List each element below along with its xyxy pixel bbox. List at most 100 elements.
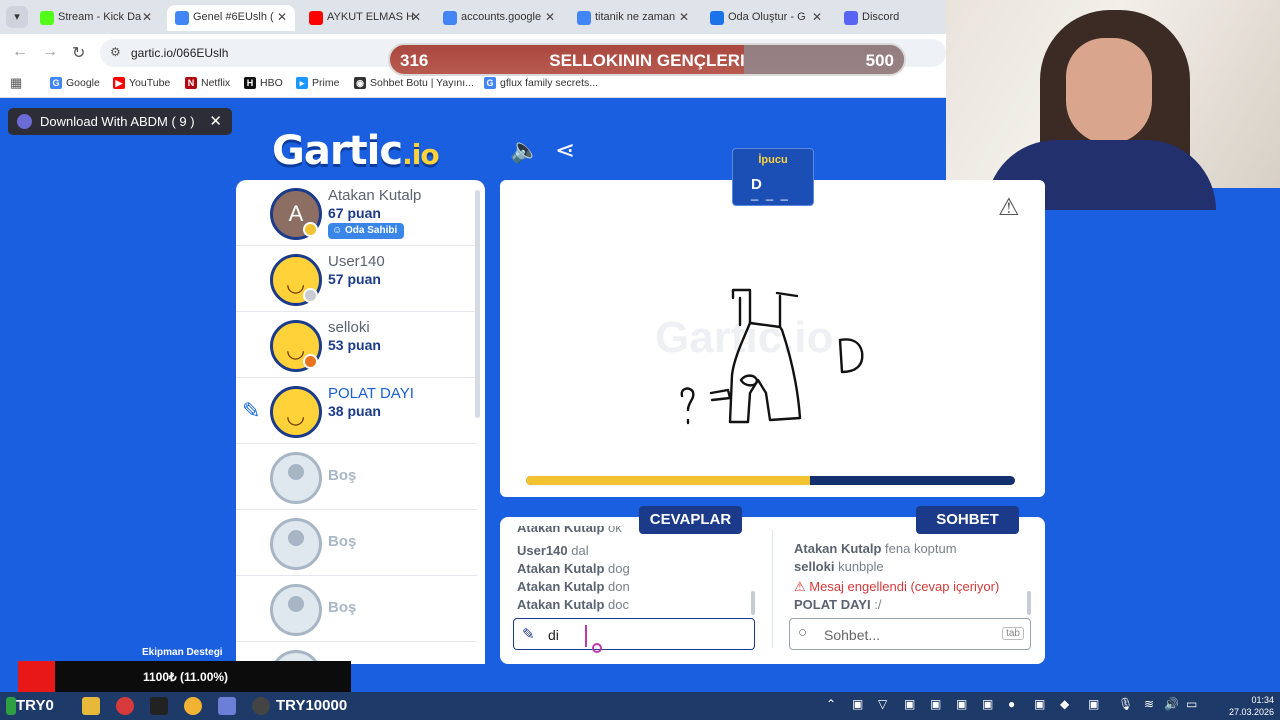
- forward-icon[interactable]: →: [42, 43, 58, 61]
- tab-search-icon[interactable]: ▾: [6, 6, 28, 28]
- tab-title: Genel #6EUslh (: [193, 11, 274, 23]
- browser-tab[interactable]: Discord: [836, 5, 946, 31]
- system-clock[interactable]: 01:34 27.03.2026: [1229, 694, 1274, 718]
- chevron-up-icon[interactable]: ⌃: [826, 697, 836, 711]
- microphone-icon[interactable]: 🎙: [1118, 697, 1133, 711]
- tab-close-icon[interactable]: ✕: [545, 10, 555, 24]
- browser-tab[interactable]: accounts.google ✕: [435, 5, 563, 31]
- status-dot: [303, 288, 318, 303]
- app-icon[interactable]: [150, 697, 168, 715]
- chat-blocked-message: ⚠ Mesaj engellendi (cevap içeriyor): [794, 579, 1000, 594]
- tab-close-icon[interactable]: ✕: [411, 10, 421, 24]
- tray-icon[interactable]: ▣: [930, 697, 941, 711]
- tab-chat[interactable]: SOHBET: [916, 506, 1019, 534]
- bookmark-item[interactable]: ◉ Sohbet Botu | Yayını...: [354, 77, 474, 89]
- tab-close-icon[interactable]: ✕: [812, 10, 822, 24]
- browser-tab[interactable]: Genel #6EUslh (✕: [167, 5, 295, 31]
- player-score: 57 puan: [328, 271, 381, 287]
- player-name: selloki: [328, 319, 370, 336]
- tab-title: titanik ne zaman: [595, 11, 676, 23]
- folder-icon[interactable]: [82, 697, 100, 715]
- team-name: SELLOKININ GENÇLERI: [549, 51, 745, 70]
- answer-message: User140 dal: [517, 543, 589, 558]
- answers-scrollbar[interactable]: [751, 591, 755, 615]
- bookmark-item[interactable]: ▶ YouTube: [113, 77, 170, 89]
- reload-icon[interactable]: ↻: [72, 43, 85, 63]
- bookmark-item[interactable]: Ggflux family secrets...: [484, 77, 598, 89]
- download-bar[interactable]: Download With ABDM ( 9 ) ✕: [8, 108, 232, 135]
- tab-title: Stream - Kick Da: [58, 11, 142, 23]
- bot-icon: ◉: [354, 77, 366, 89]
- gartic-logo: Gartic.io: [272, 128, 440, 174]
- empty-slot: Boş: [236, 444, 477, 510]
- app-icon[interactable]: [252, 697, 270, 715]
- text-cursor-icon: [585, 625, 587, 647]
- chrome-icon[interactable]: [184, 697, 202, 715]
- empty-slot-label: Boş: [328, 467, 357, 484]
- player-list-scrollbar[interactable]: [475, 190, 480, 418]
- round-timer-bar: [526, 476, 1015, 485]
- hint-title: İpucu: [758, 154, 788, 166]
- speaker-icon[interactable]: 🔈: [510, 136, 540, 165]
- browser-tab[interactable]: titanik ne zaman ✕: [569, 5, 697, 31]
- browser-tab-strip: ▾ Stream - Kick Da ✕ Genel #6EUslh (✕ AYKUT…: [0, 0, 946, 34]
- chat-placeholder: Sohbet...: [824, 627, 881, 643]
- answer-message: Atakan Kutalp doc: [517, 597, 629, 612]
- browser-tab[interactable]: Oda Oluştur - G ✕: [702, 5, 830, 31]
- download-icon: [17, 114, 32, 129]
- equipment-label: Ekipman Destegi: [142, 647, 223, 658]
- app-icon[interactable]: [218, 697, 236, 715]
- chat-message: POLAT DAYI :/: [794, 597, 882, 612]
- app-icon[interactable]: [116, 697, 134, 715]
- taskbar-mid-label: TRY10000: [276, 697, 348, 714]
- tray-icon[interactable]: ▣: [852, 697, 863, 711]
- hbo-icon: H: [244, 77, 256, 89]
- empty-slot-label: Boş: [328, 599, 357, 616]
- tab-favicon-icon: [710, 11, 724, 25]
- team-scoreboard: 316 SELLOKININ GENÇLERI 500: [388, 43, 906, 76]
- bookmark-item[interactable]: H HBO: [244, 77, 283, 89]
- browser-tab[interactable]: AYKUT ELMAS H ✕: [301, 5, 429, 31]
- tray-icon[interactable]: ▣: [982, 697, 993, 711]
- bookmark-label: Netflix: [201, 77, 231, 89]
- clock-date: 27.03.2026: [1228, 707, 1274, 717]
- share-icon[interactable]: ⋖: [555, 136, 575, 165]
- download-label: Download With ABDM ( 9 ): [40, 114, 195, 129]
- tab-close-icon[interactable]: ✕: [142, 10, 152, 24]
- tab-title: accounts.google: [461, 11, 542, 23]
- bookmark-item[interactable]: ▸ Prime: [296, 77, 339, 89]
- tab-close-icon[interactable]: ✕: [277, 10, 287, 24]
- tray-icon[interactable]: ▣: [1034, 697, 1045, 711]
- bookmark-item[interactable]: G Google: [50, 77, 100, 89]
- pencil-icon: ✎: [242, 398, 261, 423]
- tray-icon[interactable]: ▣: [904, 697, 915, 711]
- volume-icon[interactable]: 🔊: [1164, 697, 1179, 711]
- answer-input[interactable]: ✎ di: [513, 618, 755, 650]
- back-icon[interactable]: ←: [12, 43, 28, 61]
- tray-icon[interactable]: ◆: [1060, 697, 1069, 711]
- apps-grid-icon[interactable]: ▦: [10, 75, 22, 91]
- close-icon[interactable]: ✕: [209, 112, 222, 130]
- wifi-icon[interactable]: ≋: [1144, 697, 1154, 711]
- battery-icon[interactable]: ▭: [1186, 697, 1197, 711]
- bookmark-item[interactable]: N Netflix: [185, 77, 230, 89]
- tray-icon[interactable]: ●: [1008, 697, 1015, 711]
- taskbar: TRY0 TRY10000 ⌃ ▣ ▽ ▣ ▣ ▣ ▣ ● ▣ ◆ ▣ 🎙 ≋ …: [0, 692, 1280, 720]
- answer-message: Atakan Kutalp dog: [517, 561, 630, 576]
- player-score: 53 puan: [328, 337, 381, 353]
- browser-tab[interactable]: Stream - Kick Da ✕: [32, 5, 160, 31]
- site-info-icon[interactable]: ⚙: [110, 45, 121, 59]
- tray-icon[interactable]: ▣: [1088, 697, 1099, 711]
- tab-title: Discord: [862, 11, 900, 23]
- report-warning-icon[interactable]: ⚠: [998, 193, 1020, 222]
- tray-icon[interactable]: ▣: [956, 697, 967, 711]
- chat-scrollbar[interactable]: [1027, 591, 1031, 615]
- status-dot: [303, 222, 318, 237]
- tab-close-icon[interactable]: ✕: [679, 10, 689, 24]
- player-list: A Atakan Kutalp 67 puan Oda Sahibi User1…: [236, 180, 485, 664]
- start-icon[interactable]: [6, 697, 16, 715]
- tray-icon[interactable]: ▽: [878, 697, 887, 711]
- chat-input[interactable]: ○ Sohbet... tab: [789, 618, 1031, 650]
- empty-slot: Boş: [236, 576, 477, 642]
- webcam-person-face: [1066, 38, 1152, 144]
